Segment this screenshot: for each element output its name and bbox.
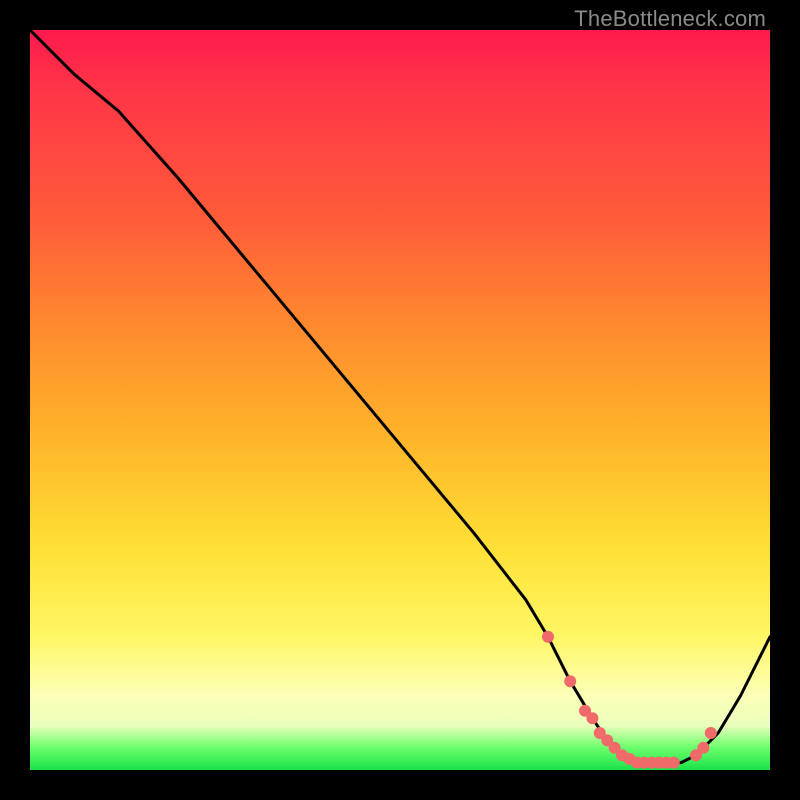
- marker-point: [705, 727, 717, 739]
- chart-frame: TheBottleneck.com: [0, 0, 800, 800]
- watermark-text: TheBottleneck.com: [574, 6, 766, 32]
- marker-group: [542, 631, 717, 769]
- marker-point: [564, 675, 576, 687]
- marker-point: [668, 757, 680, 769]
- marker-point: [542, 631, 554, 643]
- curve-svg: [30, 30, 770, 770]
- bottleneck-curve: [30, 30, 770, 763]
- marker-point: [697, 742, 709, 754]
- plot-area: [30, 30, 770, 770]
- marker-point: [586, 712, 598, 724]
